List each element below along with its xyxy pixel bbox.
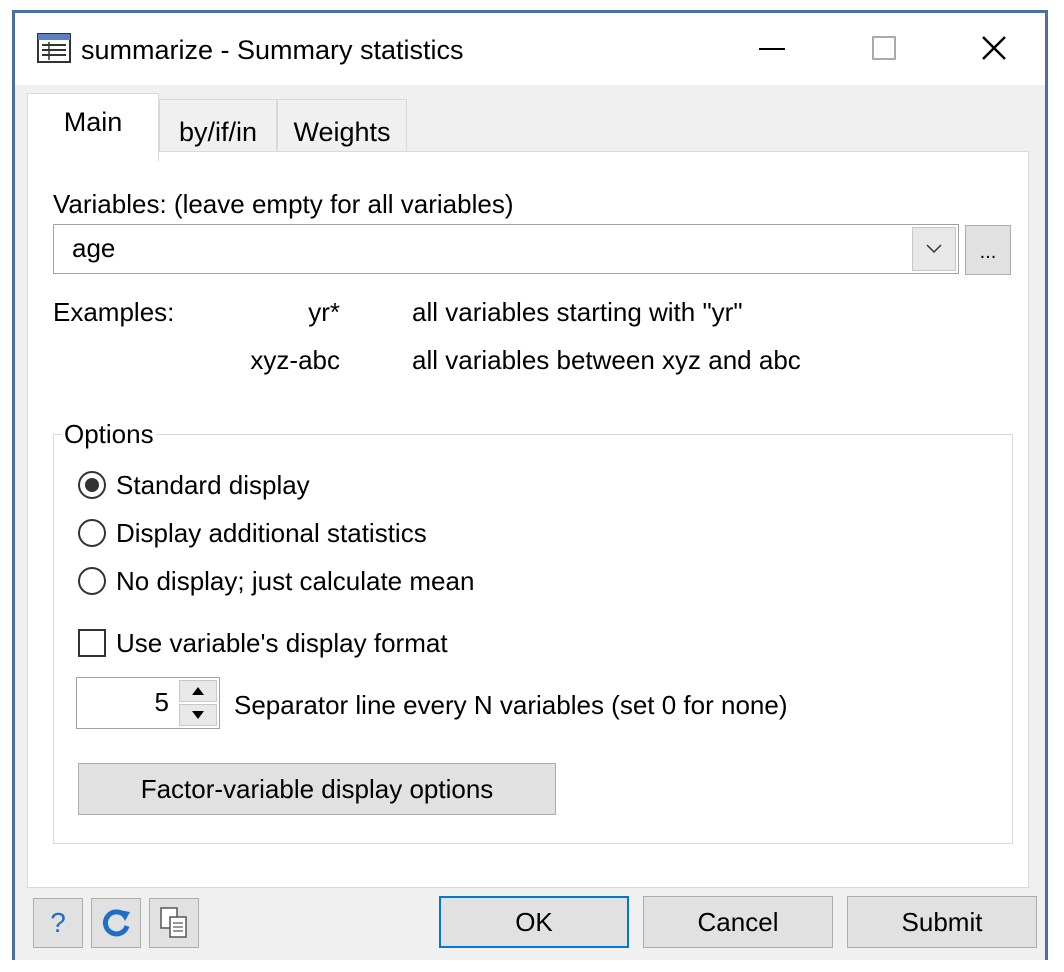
variables-combobox[interactable]: age	[53, 224, 959, 274]
no-display-label[interactable]: No display; just calculate mean	[116, 565, 474, 597]
example-description: all variables between xyz and abc	[412, 345, 801, 375]
standard-display-radio[interactable]	[78, 471, 106, 499]
spin-down-button[interactable]	[179, 704, 217, 726]
examples-label: Examples:	[53, 297, 175, 327]
separator-value[interactable]: 5	[155, 687, 169, 718]
ok-button[interactable]: OK	[439, 896, 629, 948]
variables-dropdown-button[interactable]	[912, 227, 956, 271]
submit-button[interactable]: Submit	[847, 896, 1037, 948]
no-display-radio[interactable]	[78, 567, 106, 595]
dialog-footer: ? OK Cancel Submit	[15, 888, 1045, 960]
minimize-icon	[759, 48, 785, 50]
help-button[interactable]: ?	[33, 898, 83, 948]
options-legend: Options	[62, 419, 156, 449]
triangle-up-icon	[192, 687, 204, 695]
refresh-icon	[102, 909, 130, 937]
variables-value[interactable]: age	[72, 233, 115, 264]
close-icon	[982, 36, 1006, 60]
options-group: Options Standard display Display additio…	[53, 419, 1013, 844]
maximize-icon	[872, 36, 896, 60]
variables-browse-button[interactable]: ...	[965, 225, 1011, 275]
tab-main[interactable]: Main	[27, 93, 159, 161]
window-title: summarize - Summary statistics	[81, 35, 464, 65]
help-icon: ?	[50, 907, 66, 938]
additional-statistics-radio[interactable]	[78, 519, 106, 547]
standard-display-label[interactable]: Standard display	[116, 469, 310, 501]
maximize-button[interactable]	[849, 25, 919, 71]
minimize-button[interactable]	[737, 25, 807, 71]
example-description: all variables starting with "yr"	[412, 297, 743, 327]
copy-icon	[160, 907, 187, 938]
chevron-down-icon	[926, 244, 942, 254]
variables-label: Variables: (leave empty for all variable…	[53, 189, 514, 219]
additional-statistics-label[interactable]: Display additional statistics	[116, 517, 427, 549]
display-format-label[interactable]: Use variable's display format	[116, 627, 448, 659]
spin-up-button[interactable]	[179, 680, 217, 702]
separator-spinbox[interactable]: 5	[76, 677, 220, 729]
display-format-checkbox[interactable]	[78, 629, 106, 657]
separator-label: Separator line every N variables (set 0 …	[234, 690, 788, 720]
triangle-down-icon	[192, 711, 204, 719]
copy-command-button[interactable]	[149, 898, 199, 948]
close-button[interactable]	[959, 25, 1029, 71]
tab-panel-main: Variables: (leave empty for all variable…	[27, 151, 1029, 888]
cancel-button[interactable]: Cancel	[643, 896, 833, 948]
title-bar[interactable]: summarize - Summary statistics	[15, 13, 1045, 85]
dialog-app-icon	[37, 33, 71, 63]
dialog-body: Main by/if/in Weights Variables: (leave …	[15, 85, 1045, 888]
example-pattern: xyz-abc	[250, 345, 340, 375]
reset-button[interactable]	[91, 898, 141, 948]
dialog-window: summarize - Summary statistics Main by/i…	[12, 10, 1048, 960]
factor-variable-options-button[interactable]: Factor-variable display options	[78, 763, 556, 815]
example-pattern: yr*	[308, 297, 340, 327]
